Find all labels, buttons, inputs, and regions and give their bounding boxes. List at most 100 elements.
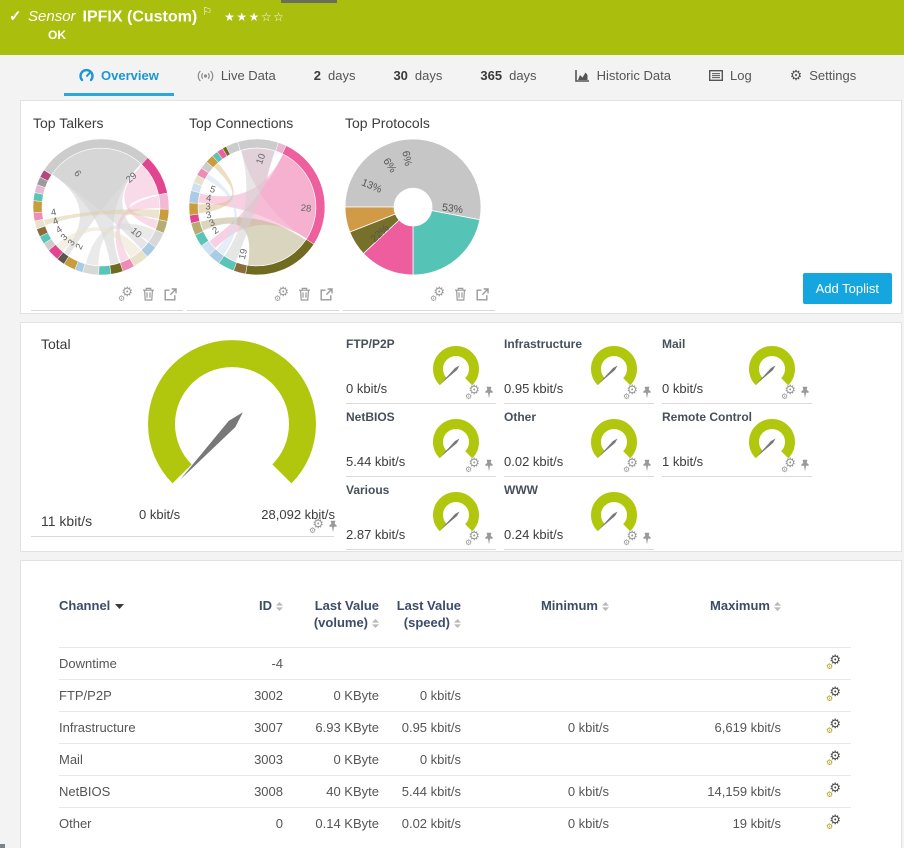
channel-settings-gears-icon[interactable]: ⚙ ⚙ <box>826 653 841 671</box>
channel-gauge-label: Infrastructure <box>504 337 583 351</box>
channel-settings-gears-icon[interactable]: ⚙ ⚙ <box>826 717 841 735</box>
channel-name-cell: Other <box>59 807 209 839</box>
toplist-actions: ⚙ ⚙ <box>187 282 339 310</box>
pin-icon[interactable] <box>642 532 652 545</box>
tab-days[interactable]: 2 days <box>295 55 375 96</box>
tab-live-data[interactable]: Live Data <box>178 55 295 96</box>
pin-icon[interactable] <box>328 520 338 533</box>
channel-gauge-settings-gears-icon[interactable]: ⚙ ⚙ <box>465 456 480 474</box>
channel-gauge-label: FTP/P2P <box>346 337 395 351</box>
channel-gauge-actions: ⚙ ⚙ <box>465 383 494 401</box>
svg-text:53%: 53% <box>441 202 463 216</box>
tab-number: 30 <box>393 68 408 83</box>
priority-stars[interactable]: ★★★☆☆ <box>224 10 285 24</box>
channel-gauge-tile-mail: Mail 0 kbit/s ⚙ ⚙ <box>662 333 812 404</box>
tab-log[interactable]: Log <box>690 55 771 96</box>
channel-settings-gears-icon[interactable]: ⚙ ⚙ <box>826 781 841 799</box>
tab-days[interactable]: 30 days <box>374 55 461 96</box>
value-cell: 6,619 kbit/s <box>609 711 781 744</box>
channel-gauge-settings-gears-icon[interactable]: ⚙ ⚙ <box>465 383 480 401</box>
tab-overview[interactable]: Overview <box>60 55 178 96</box>
total-tile-divider <box>31 536 334 537</box>
value-cell: 0.14 KByte <box>283 807 379 839</box>
value-cell: 0 kbit/s <box>379 743 461 776</box>
channel-gauge-actions: ⚙ ⚙ <box>781 456 810 474</box>
column-header-last-value-speed-[interactable]: Last Value (speed) <box>379 591 461 648</box>
toplist-settings-gears-icon[interactable]: ⚙ ⚙ <box>118 285 133 303</box>
table-row: Downtime -4 ⚙ ⚙ <box>59 647 851 680</box>
channel-settings-cell: ⚙ ⚙ <box>781 743 851 776</box>
toplist-actions: ⚙ ⚙ <box>343 282 495 310</box>
status-badge: OK <box>48 28 66 42</box>
add-toplist-button[interactable]: Add Toplist <box>802 273 892 304</box>
table-row: Infrastructure 3007 6.93 KByte 0.95 kbit/s 0… <box>59 711 851 744</box>
channel-gauge-value: 0.95 kbit/s <box>504 381 564 396</box>
channels-panel: Channel ID Last Value (volume) Last Value (sp… <box>20 560 902 848</box>
svg-text:4: 4 <box>50 207 57 219</box>
channel-gauge-value: 5.44 kbit/s <box>346 454 406 469</box>
delete-toplist-icon[interactable] <box>454 287 467 301</box>
value-cell: 3003 <box>209 743 283 776</box>
column-header-last-value-volume-[interactable]: Last Value (volume) <box>283 591 379 648</box>
toplist-settings-gears-icon[interactable]: ⚙ ⚙ <box>430 285 445 303</box>
value-cell: 3007 <box>209 711 283 744</box>
open-toplist-icon[interactable] <box>320 287 333 301</box>
channel-name-cell: Downtime <box>59 647 209 680</box>
channel-gauge-settings-gears-icon[interactable]: ⚙ ⚙ <box>781 383 796 401</box>
channel-settings-gears-icon[interactable]: ⚙ ⚙ <box>826 749 841 767</box>
column-header-minimum[interactable]: Minimum <box>461 591 609 648</box>
pin-icon[interactable] <box>800 386 810 399</box>
pin-icon[interactable] <box>642 459 652 472</box>
table-row: Mail 3003 0 KByte 0 kbit/s ⚙ ⚙ <box>59 743 851 776</box>
total-gauge-scale: 0 kbit/s 28,092 kbit/s <box>139 507 335 522</box>
open-toplist-icon[interactable] <box>164 287 177 301</box>
channel-settings-gears-icon[interactable]: ⚙ ⚙ <box>826 685 841 703</box>
channel-gauge-settings-gears-icon[interactable]: ⚙ ⚙ <box>781 456 796 474</box>
sensor-kind-label: Sensor <box>28 8 76 26</box>
page-title: Sensor IPFIX (Custom) ⚐ ★★★☆☆ <box>28 5 285 26</box>
pin-icon[interactable] <box>484 459 494 472</box>
channel-gauge-label: NetBIOS <box>346 410 395 424</box>
value-cell <box>283 647 379 680</box>
channel-gauge-settings-gears-icon[interactable]: ⚙ ⚙ <box>623 529 638 547</box>
table-row: FTP/P2P 3002 0 KByte 0 kbit/s ⚙ ⚙ <box>59 679 851 712</box>
delete-toplist-icon[interactable] <box>142 287 155 301</box>
channel-gauge-value: 2.87 kbit/s <box>346 527 406 542</box>
channel-gauge-settings-gears-icon[interactable]: ⚙ ⚙ <box>623 456 638 474</box>
toplist-chart[interactable]: 102819233345 <box>187 137 327 277</box>
column-header-channel[interactable]: Channel <box>59 591 209 648</box>
tab-number: 365 <box>480 68 503 83</box>
pin-icon[interactable] <box>484 532 494 545</box>
channel-name-cell: Mail <box>59 743 209 776</box>
delete-toplist-icon[interactable] <box>298 287 311 301</box>
pin-icon[interactable] <box>800 459 810 472</box>
pin-icon[interactable] <box>642 386 652 399</box>
channel-settings-gears-icon[interactable]: ⚙ ⚙ <box>826 813 841 831</box>
channel-gauge-settings-gears-icon[interactable]: ⚙ ⚙ <box>465 529 480 547</box>
log-icon <box>708 70 723 81</box>
value-cell <box>609 743 781 776</box>
channel-gauge-value: 1 kbit/s <box>662 454 704 469</box>
channel-gauge-settings-gears-icon[interactable]: ⚙ ⚙ <box>623 383 638 401</box>
toplist-chart[interactable]: 53%22%13%6% 6% <box>343 137 483 277</box>
pin-icon[interactable] <box>484 386 494 399</box>
value-cell: 5.44 kbit/s <box>379 775 461 808</box>
value-cell: 0.95 kbit/s <box>379 711 461 744</box>
total-gauge-label: Total <box>41 336 71 352</box>
tab-historic-data[interactable]: Historic Data <box>556 55 690 96</box>
toplist-title: Top Connections <box>189 115 294 131</box>
total-gauge-settings-gears-icon[interactable]: ⚙ ⚙ <box>309 517 324 535</box>
column-header-maximum[interactable]: Maximum <box>609 591 781 648</box>
tab-label: Settings <box>809 68 857 83</box>
tab-settings[interactable]: ⚙ Settings <box>771 55 876 96</box>
open-toplist-icon[interactable] <box>476 287 489 301</box>
channel-gauge-tile-netbios: NetBIOS 5.44 kbit/s ⚙ ⚙ <box>346 406 496 477</box>
toplist-chart[interactable]: 29106233444 <box>31 137 171 277</box>
tab-days[interactable]: 365 days <box>461 55 555 96</box>
column-header-id[interactable]: ID <box>209 591 283 648</box>
value-cell: 40 KByte <box>283 775 379 808</box>
toplist-settings-gears-icon[interactable]: ⚙ ⚙ <box>274 285 289 303</box>
flag-icon[interactable]: ⚐ <box>202 6 212 18</box>
prtg-sensor-page: ✓ Sensor IPFIX (Custom) ⚐ ★★★☆☆ OK Overview… <box>0 0 904 848</box>
value-cell: 14,159 kbit/s <box>609 775 781 808</box>
